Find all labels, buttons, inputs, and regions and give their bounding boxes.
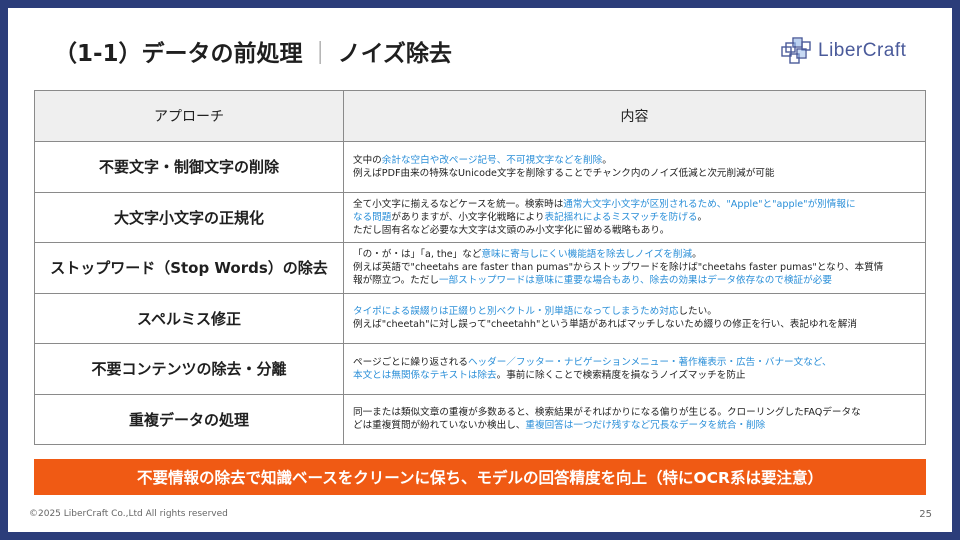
content-text: 例えば"cheetah"に対し誤って"cheetahh"という単語があればマッチ…	[353, 319, 857, 331]
highlighted-text: 意味に寄与しにくい機能語を除去しノイズを削減	[481, 249, 693, 261]
table-row: 不要コンテンツの除去・分離 ページごとに繰り返されるヘッダー／フッター・ナビゲーシ…	[34, 343, 926, 395]
content-text: 「の・が・は」「a, the」など	[353, 249, 482, 261]
logo-text: LiberCraft	[818, 40, 907, 61]
content-line: 全て小文字に揃えるなどケースを統一。検索時は通常大文字小文字が区別されるため、"…	[353, 198, 916, 211]
highlighted-text: 通常大文字小文字が区別されるため、"Apple"と"apple"が別情報に	[563, 198, 856, 210]
content-line: 例えば英語で"cheetahs are faster than pumas"から…	[353, 261, 916, 274]
content-cell: 文中の余計な空白や改ページ記号、不可視文字などを削除。 例えばPDF由来の特殊なU…	[343, 141, 926, 193]
highlighted-text: 本文とは無関係なテキストは除去	[353, 369, 497, 381]
content-text: ページごとに繰り返される	[353, 356, 468, 368]
approach-table: アプローチ 内容 不要文字・制御文字の削除 文中の余計な空白や改ページ記号、不可視…	[34, 90, 926, 445]
approach-cell: スペルミス修正	[34, 292, 344, 344]
copyright-footer: ©2025 LiberCraft Co.,Ltd All rights rese…	[29, 509, 228, 519]
content-text: したい。	[678, 306, 717, 318]
content-line: 「の・が・は」「a, the」など意味に寄与しにくい機能語を除去しノイズを削減。	[353, 248, 916, 261]
content-line: 文中の余計な空白や改ページ記号、不可視文字などを削除。	[353, 154, 916, 167]
highlighted-text: 重複回答は一つだけ残すなど冗長なデータを統合・削除	[525, 420, 766, 432]
content-line: 報が際立つ。ただし一部ストップワードは意味に重要な場合もあり、除去の効果はデータ…	[353, 274, 916, 287]
content-text: 文中の	[353, 154, 382, 166]
content-text: 同一または類似文章の重複が多数あると、検索結果がそればかりになる偏りが生じる。ク…	[353, 407, 861, 419]
content-text: 例えばPDF由来の特殊なUnicode文字を削除することでチャンク内のノイズ低減…	[353, 167, 775, 179]
content-text: 。	[692, 249, 702, 261]
cube-cluster-icon	[781, 37, 811, 64]
content-line: 例えばPDF由来の特殊なUnicode文字を削除することでチャンク内のノイズ低減…	[353, 167, 916, 180]
highlighted-text: 一部ストップワードは意味に重要な場合もあり、除去の効果はデータ依存なので検証が必…	[438, 275, 832, 287]
content-cell: 「の・が・は」「a, the」など意味に寄与しにくい機能語を除去しノイズを削減。…	[343, 242, 926, 294]
content-text: 例えば英語で"cheetahs are faster than pumas"から…	[353, 262, 884, 274]
content-line: なる問題がありますが、小文字化戦略により表記揺れによるミスマッチを防げる。	[353, 211, 916, 224]
table-row: 重複データの処理 同一または類似文章の重複が多数あると、検索結果がそればかりになる…	[34, 393, 926, 445]
highlighted-text: 表記揺れによるミスマッチを防げる	[544, 211, 698, 223]
highlighted-text: ヘッダー／フッター・ナビゲーションメニュー・著作権表示・広告・バナー文など、	[467, 356, 832, 368]
approach-cell: 重複データの処理	[34, 393, 344, 445]
content-cell: タイポによる誤綴りは正綴りと別ベクトル・別単語になってしまうため対応したい。 例え…	[343, 292, 926, 344]
header-content: 内容	[343, 90, 926, 142]
content-text: がありますが、小文字化戦略により	[391, 211, 545, 223]
content-line: ただし固有名など必要な大文字は文頭のみ小文字化に留める戦略もあり。	[353, 224, 916, 237]
page-number: 25	[919, 509, 932, 520]
highlighted-text: なる問題	[353, 211, 392, 223]
title-subtitle: ノイズ除去	[337, 41, 452, 67]
content-line: 本文とは無関係なテキストは除去。事前に除くことで検索精度を損なうノイズマッチを防…	[353, 369, 916, 382]
title-separator: ｜	[308, 41, 332, 67]
content-text: 報が際立つ。ただし	[353, 275, 439, 287]
company-logo: LiberCraft	[780, 34, 906, 68]
table-header-row: アプローチ 内容	[34, 90, 926, 142]
content-text: 。	[697, 211, 708, 223]
table-row: スペルミス修正 タイポによる誤綴りは正綴りと別ベクトル・別単語になってしまうため対…	[34, 292, 926, 344]
table-row: ストップワード（Stop Words）の除去 「の・が・は」「a, the」など意…	[34, 242, 926, 294]
content-text: 全て小文字に揃えるなどケースを統一。検索時は	[353, 198, 564, 210]
highlighted-text: 余計な空白や改ページ記号、不可視文字などを削除	[381, 154, 603, 166]
content-text: 。	[602, 154, 612, 166]
page-title: （1-1）データの前処理｜ノイズ除去	[54, 34, 452, 68]
approach-cell: ストップワード（Stop Words）の除去	[34, 242, 344, 294]
content-cell: ページごとに繰り返されるヘッダー／フッター・ナビゲーションメニュー・著作権表示・…	[343, 343, 926, 395]
header-approach: アプローチ	[34, 90, 344, 142]
approach-cell: 大文字小文字の正規化	[34, 191, 344, 243]
content-line: タイポによる誤綴りは正綴りと別ベクトル・別単語になってしまうため対応したい。	[353, 305, 916, 318]
content-line: どは重複質問が紛れていないか検出し、重複回答は一つだけ残すなど冗長なデータを統合…	[353, 419, 916, 432]
table-row: 不要文字・制御文字の削除 文中の余計な空白や改ページ記号、不可視文字などを削除。例…	[34, 141, 926, 193]
content-text: ただし固有名など必要な大文字は文頭のみ小文字化に留める戦略もあり。	[353, 224, 670, 236]
summary-banner: 不要情報の除去で知識ベースをクリーンに保ち、モデルの回答精度を向上（特にOCR系…	[34, 459, 926, 495]
slide: （1-1）データの前処理｜ノイズ除去 LiberCraft アプローチ 内容 不…	[8, 8, 952, 532]
approach-cell: 不要文字・制御文字の削除	[34, 141, 344, 193]
content-line: 同一または類似文章の重複が多数あると、検索結果がそればかりになる偏りが生じる。ク…	[353, 406, 916, 419]
content-cell: 同一または類似文章の重複が多数あると、検索結果がそればかりになる偏りが生じる。ク…	[343, 393, 926, 445]
content-cell: 全て小文字に揃えるなどケースを統一。検索時は通常大文字小文字が区別されるため、"…	[343, 191, 926, 243]
title-main: （1-1）データの前処理	[54, 41, 303, 67]
content-text: 。事前に除くことで検索精度を損なうノイズマッチを防止	[496, 369, 746, 381]
highlighted-text: タイポによる誤綴りは正綴りと別ベクトル・別単語になってしまうため対応	[353, 306, 679, 318]
table-row: 大文字小文字の正規化 全て小文字に揃えるなどケースを統一。検索時は通常大文字小文字…	[34, 191, 926, 243]
approach-cell: 不要コンテンツの除去・分離	[34, 343, 344, 395]
content-line: 例えば"cheetah"に対し誤って"cheetahh"という単語があればマッチ…	[353, 318, 916, 331]
content-text: どは重複質問が紛れていないか検出し、	[353, 420, 526, 432]
content-line: ページごとに繰り返されるヘッダー／フッター・ナビゲーションメニュー・著作権表示・…	[353, 356, 916, 369]
